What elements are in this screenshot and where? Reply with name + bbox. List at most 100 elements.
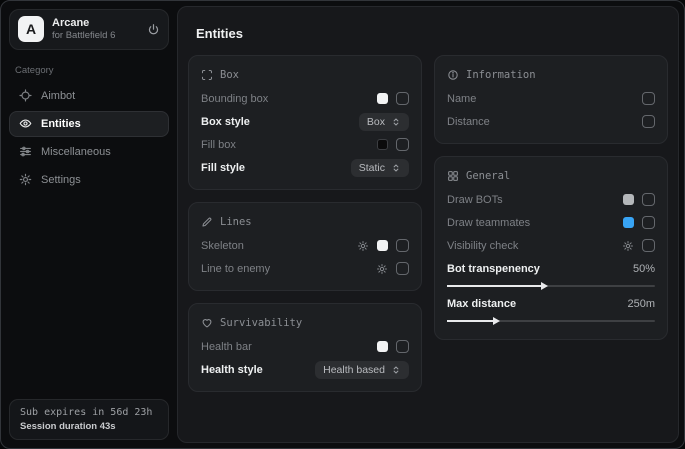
skeleton-label: Skeleton [201, 240, 357, 252]
general-card-header: General [447, 166, 655, 188]
sidebar-item-label: Entities [41, 118, 81, 130]
skeleton-checkbox[interactable] [396, 239, 409, 252]
draw-bots-label: Draw BOTs [447, 194, 623, 206]
sidebar-item-miscellaneous[interactable]: Miscellaneous [9, 139, 169, 165]
bounding-box-color-swatch[interactable] [377, 93, 388, 104]
session-duration-text: Session duration 43s [20, 421, 158, 432]
max-distance-group: Max distance 250m [447, 294, 655, 327]
health-bar-checkbox[interactable] [396, 340, 409, 353]
survivability-card-title: Survivability [220, 317, 302, 329]
bounding-box-label: Bounding box [201, 93, 377, 105]
max-distance-value: 250m [627, 298, 655, 310]
bounding-box-row: Bounding box [201, 87, 409, 110]
information-card-title: Information [466, 69, 536, 81]
sidebar-item-label: Settings [41, 174, 81, 186]
information-card-header: Information [447, 65, 655, 87]
bot-transparency-slider[interactable] [447, 280, 655, 292]
slider-fill [447, 285, 541, 287]
information-card: Information Name Distance [434, 55, 668, 144]
visibility-check-config-gear-icon[interactable] [622, 240, 634, 252]
main-panel: Entities Box Bounding box [177, 6, 679, 443]
fill-style-dropdown[interactable]: Static [351, 159, 409, 177]
health-style-label: Health style [201, 364, 315, 376]
draw-teammates-row: Draw teammates [447, 211, 655, 234]
sidebar-item-settings[interactable]: Settings [9, 167, 169, 193]
general-card: General Draw BOTs Draw teammates [434, 156, 668, 340]
health-style-row: Health style Health based [201, 358, 409, 381]
bounding-box-checkbox[interactable] [396, 92, 409, 105]
fill-style-value: Static [359, 162, 385, 174]
line-to-enemy-row: Line to enemy [201, 257, 409, 280]
gear-icon [19, 173, 32, 186]
box-style-dropdown[interactable]: Box [359, 113, 409, 131]
power-icon[interactable] [147, 23, 160, 36]
fill-style-label: Fill style [201, 162, 351, 174]
sidebar-item-label: Miscellaneous [41, 146, 111, 158]
box-card: Box Bounding box Box style Box [188, 55, 422, 190]
line-to-enemy-config-gear-icon[interactable] [376, 263, 388, 275]
box-card-title: Box [220, 69, 239, 81]
app-title-block: Arcane for Battlefield 6 [52, 16, 115, 43]
box-style-label: Box style [201, 116, 359, 128]
category-label: Category [15, 65, 163, 76]
draw-teammates-color-swatch[interactable] [623, 217, 634, 228]
distance-label: Distance [447, 116, 642, 128]
draw-bots-row: Draw BOTs [447, 188, 655, 211]
distance-checkbox[interactable] [642, 115, 655, 128]
scan-corners-icon [201, 69, 213, 81]
health-style-dropdown[interactable]: Health based [315, 361, 409, 379]
pencil-icon [201, 216, 213, 228]
bot-transparency-row: Bot transpenency 50% [447, 259, 655, 279]
draw-teammates-label: Draw teammates [447, 217, 623, 229]
health-bar-row: Health bar [201, 335, 409, 358]
sidebar-item-entities[interactable]: Entities [9, 111, 169, 137]
box-card-header: Box [201, 65, 409, 87]
sidebar: A Arcane for Battlefield 6 Category Aimb… [1, 1, 177, 448]
max-distance-row: Max distance 250m [447, 294, 655, 314]
line-to-enemy-label: Line to enemy [201, 263, 376, 275]
sidebar-item-aimbot[interactable]: Aimbot [9, 83, 169, 109]
skeleton-config-gear-icon[interactable] [357, 240, 369, 252]
max-distance-label: Max distance [447, 298, 627, 310]
sliders-icon [19, 145, 32, 158]
lines-card-header: Lines [201, 212, 409, 234]
visibility-check-checkbox[interactable] [642, 239, 655, 252]
survivability-card-header: Survivability [201, 313, 409, 335]
health-bar-label: Health bar [201, 341, 377, 353]
fill-style-row: Fill style Static [201, 156, 409, 179]
fill-box-checkbox[interactable] [396, 138, 409, 151]
chevrons-up-down-icon [391, 163, 401, 173]
survivability-card: Survivability Health bar Health style [188, 303, 422, 392]
app-name: Arcane [52, 16, 115, 30]
fill-box-color-swatch[interactable] [377, 139, 388, 150]
skeleton-row: Skeleton [201, 234, 409, 257]
chevrons-up-down-icon [391, 365, 401, 375]
skeleton-color-swatch[interactable] [377, 240, 388, 251]
subscription-info-card: Sub expires in 56d 23h Session duration … [9, 399, 169, 440]
bot-transparency-group: Bot transpenency 50% [447, 259, 655, 292]
crosshair-icon [19, 89, 32, 102]
draw-bots-color-swatch[interactable] [623, 194, 634, 205]
max-distance-slider[interactable] [447, 315, 655, 327]
fill-box-row: Fill box [201, 133, 409, 156]
app-subtitle: for Battlefield 6 [52, 30, 115, 42]
line-to-enemy-checkbox[interactable] [396, 262, 409, 275]
general-card-title: General [466, 170, 510, 182]
name-label: Name [447, 93, 642, 105]
visibility-check-row: Visibility check [447, 234, 655, 257]
page-title: Entities [196, 26, 668, 41]
box-style-row: Box style Box [201, 110, 409, 133]
lines-card-title: Lines [220, 216, 252, 228]
distance-row: Distance [447, 110, 655, 133]
name-checkbox[interactable] [642, 92, 655, 105]
draw-bots-checkbox[interactable] [642, 193, 655, 206]
chevrons-up-down-icon [391, 117, 401, 127]
health-style-value: Health based [323, 364, 385, 376]
draw-teammates-checkbox[interactable] [642, 216, 655, 229]
eye-icon [19, 117, 32, 130]
visibility-check-label: Visibility check [447, 240, 622, 252]
health-bar-color-swatch[interactable] [377, 341, 388, 352]
fill-box-label: Fill box [201, 139, 377, 151]
sidebar-item-label: Aimbot [41, 90, 75, 102]
bot-transparency-value: 50% [633, 263, 655, 275]
